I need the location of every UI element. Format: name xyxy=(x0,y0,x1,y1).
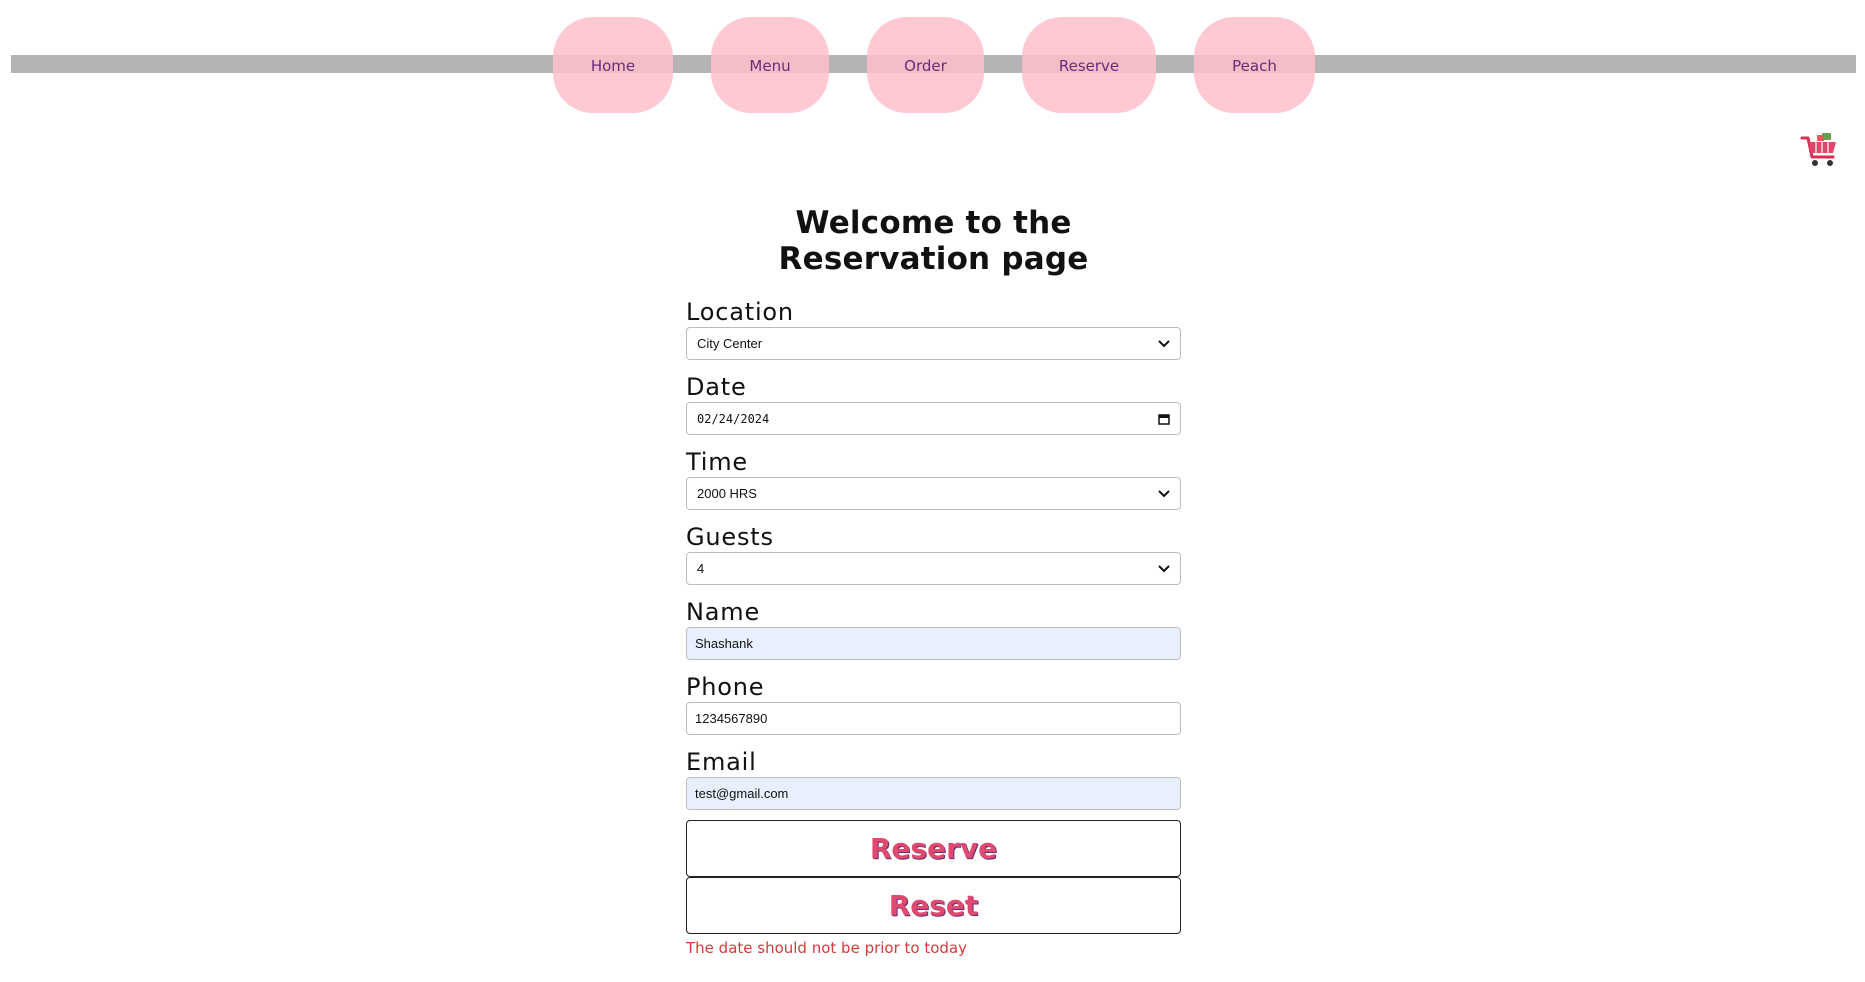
date-label: Date xyxy=(686,373,747,401)
nav-menu-label: Menu xyxy=(749,57,791,75)
date-value: 02/24/2024 xyxy=(697,411,770,426)
nav-peach-label: Peach xyxy=(1232,57,1277,75)
time-select[interactable]: 2000 HRS xyxy=(686,477,1181,510)
time-value: 2000 HRS xyxy=(697,486,757,501)
email-value: test@gmail.com xyxy=(695,786,789,801)
chevron-down-icon xyxy=(1158,565,1170,573)
phone-input[interactable]: 1234567890 xyxy=(686,702,1181,735)
guests-value: 4 xyxy=(697,561,705,576)
nav-order-label: Order xyxy=(904,57,947,75)
name-label: Name xyxy=(686,598,761,626)
reservation-form: Welcome to the Reservation page Location… xyxy=(686,205,1181,957)
time-label: Time xyxy=(686,448,748,476)
nav-menu[interactable]: Menu xyxy=(711,17,829,113)
page-title: Welcome to the Reservation page xyxy=(778,205,1089,277)
nav-order[interactable]: Order xyxy=(867,17,984,113)
name-value: Shashank xyxy=(695,636,753,651)
reset-button[interactable]: Reset xyxy=(686,877,1181,934)
phone-label: Phone xyxy=(686,673,765,701)
nav-home-label: Home xyxy=(590,57,636,75)
date-input[interactable]: 02/24/2024 xyxy=(686,402,1181,435)
calendar-icon[interactable] xyxy=(1157,412,1171,426)
reserve-button[interactable]: Reserve xyxy=(686,820,1181,877)
phone-value: 1234567890 xyxy=(695,711,768,726)
location-label: Location xyxy=(686,298,794,326)
email-input[interactable]: test@gmail.com xyxy=(686,777,1181,810)
location-value: City Center xyxy=(697,336,763,351)
nav-home[interactable]: Home xyxy=(553,17,673,113)
nav-reserve-label: Reserve xyxy=(1058,57,1120,75)
cart-icon[interactable] xyxy=(1800,130,1840,170)
nav-reserve[interactable]: Reserve xyxy=(1022,17,1156,113)
name-input[interactable]: Shashank xyxy=(686,627,1181,660)
chevron-down-icon xyxy=(1158,340,1170,348)
location-select[interactable]: City Center xyxy=(686,327,1181,360)
nav-peach[interactable]: Peach xyxy=(1194,17,1315,113)
guests-select[interactable]: 4 xyxy=(686,552,1181,585)
email-label: Email xyxy=(686,748,757,776)
error-message: The date should not be prior to today xyxy=(686,939,968,957)
guests-label: Guests xyxy=(686,523,774,551)
chevron-down-icon xyxy=(1158,490,1170,498)
